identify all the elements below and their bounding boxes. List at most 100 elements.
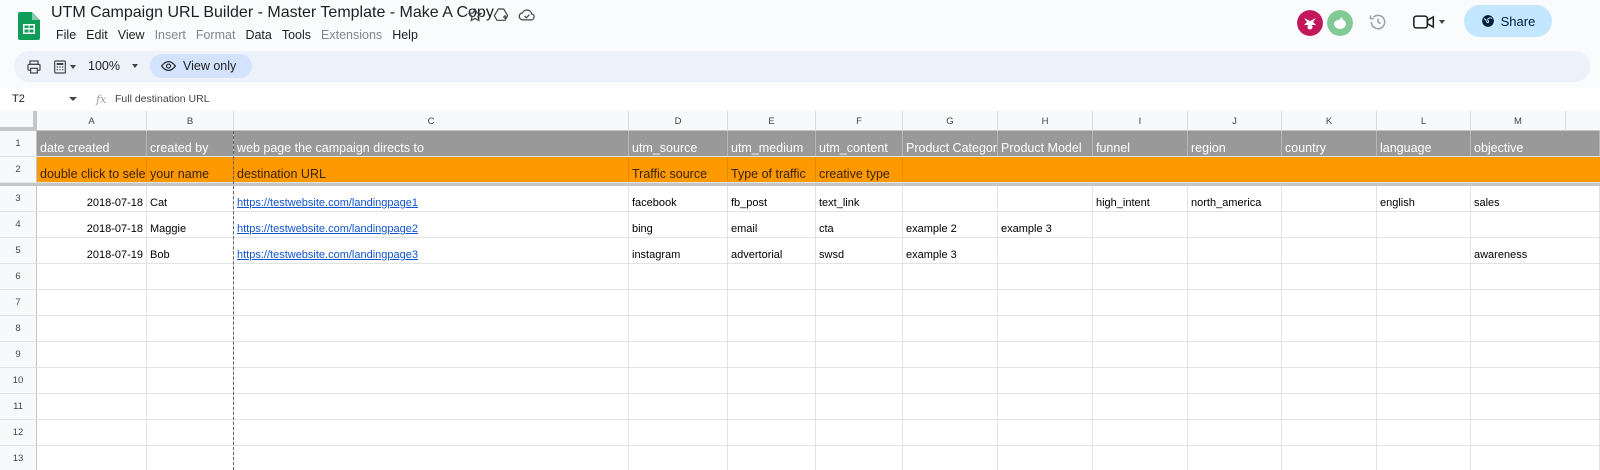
cell[interactable]: instagram (629, 238, 728, 263)
cell[interactable]: 2018-07-18 (37, 212, 147, 237)
select-all-corner[interactable] (0, 111, 37, 131)
cell[interactable] (1471, 212, 1600, 237)
menu-view[interactable]: View (113, 27, 150, 42)
cell[interactable] (1282, 316, 1377, 341)
cell[interactable]: language (1377, 131, 1471, 156)
cell[interactable] (728, 446, 816, 470)
chevron-down-icon[interactable] (69, 97, 77, 101)
cell[interactable] (903, 368, 998, 393)
cell[interactable]: Product Category (903, 131, 998, 156)
column-header-c[interactable]: C (234, 111, 629, 131)
cell[interactable] (1093, 264, 1188, 289)
cell[interactable] (37, 342, 147, 367)
cell[interactable] (903, 186, 998, 211)
frozen-rows-divider[interactable] (0, 183, 1600, 186)
row-header[interactable]: 2 (0, 157, 37, 182)
cell[interactable] (1093, 316, 1188, 341)
cell[interactable] (1471, 446, 1600, 470)
cell[interactable]: objective (1471, 131, 1600, 156)
cell[interactable] (1093, 394, 1188, 419)
cell[interactable] (1377, 212, 1471, 237)
cell[interactable]: Product Model (998, 131, 1093, 156)
cell[interactable] (1282, 290, 1377, 315)
cell[interactable]: 2018-07-19 (37, 238, 147, 263)
cell[interactable] (1377, 342, 1471, 367)
row-header[interactable]: 1 (0, 131, 37, 156)
cell[interactable] (147, 394, 234, 419)
cell[interactable] (728, 264, 816, 289)
row-header[interactable]: 9 (0, 342, 37, 367)
document-title[interactable]: UTM Campaign URL Builder - Master Templa… (51, 4, 494, 22)
url-link[interactable]: https://testwebsite.com/landingpage3 (234, 238, 629, 263)
cell[interactable]: fb_post (728, 186, 816, 211)
cell[interactable] (147, 420, 234, 445)
cell[interactable] (1093, 368, 1188, 393)
cloud-status-icon[interactable] (518, 6, 536, 24)
cell[interactable] (1282, 368, 1377, 393)
cell[interactable] (37, 394, 147, 419)
cell[interactable]: example 3 (903, 238, 998, 263)
cell[interactable] (1188, 316, 1282, 341)
cell[interactable] (234, 316, 629, 341)
cell[interactable] (234, 264, 629, 289)
cell[interactable] (1377, 238, 1471, 263)
cell[interactable] (37, 264, 147, 289)
menu-insert[interactable]: Insert (150, 27, 191, 42)
share-button[interactable]: Share (1464, 5, 1552, 37)
cell[interactable] (903, 342, 998, 367)
cell[interactable]: web page the campaign directs to (234, 131, 629, 156)
cell[interactable] (816, 316, 903, 341)
cell[interactable]: utm_medium (728, 131, 816, 156)
cell[interactable]: Maggie (147, 212, 234, 237)
row-header[interactable]: 3 (0, 186, 37, 211)
cell[interactable] (998, 186, 1093, 211)
calculator-menu[interactable] (52, 58, 78, 76)
cell[interactable]: your name (147, 157, 234, 182)
move-to-drive-icon[interactable] (492, 6, 510, 24)
cell[interactable] (37, 420, 147, 445)
cell[interactable]: english (1377, 186, 1471, 211)
cell[interactable] (1282, 342, 1377, 367)
cell[interactable] (1471, 342, 1600, 367)
cell[interactable] (1282, 264, 1377, 289)
cell[interactable] (1282, 186, 1377, 211)
view-only-badge[interactable]: View only (150, 54, 252, 78)
cell[interactable] (37, 446, 147, 470)
name-box[interactable]: T2 (12, 93, 25, 105)
cell[interactable]: example 3 (998, 212, 1093, 237)
menu-edit[interactable]: Edit (81, 27, 113, 42)
meet-button[interactable] (1413, 11, 1453, 33)
formula-input[interactable]: Full destination URL (115, 93, 210, 105)
cell[interactable] (1282, 212, 1377, 237)
cell[interactable] (629, 316, 728, 341)
cell[interactable] (629, 420, 728, 445)
cell[interactable] (1093, 342, 1188, 367)
cell[interactable] (629, 290, 728, 315)
cell[interactable] (147, 368, 234, 393)
cell[interactable]: Traffic source (629, 157, 728, 182)
cell[interactable]: Cat (147, 186, 234, 211)
cell[interactable] (816, 394, 903, 419)
column-header-f[interactable]: F (816, 111, 903, 131)
cell[interactable] (1188, 446, 1282, 470)
menu-help[interactable]: Help (387, 27, 423, 42)
cell[interactable]: utm_source (629, 131, 728, 156)
row-header[interactable]: 10 (0, 368, 37, 393)
menu-format[interactable]: Format (191, 27, 241, 42)
cell[interactable] (728, 290, 816, 315)
cell[interactable] (1093, 212, 1188, 237)
menu-file[interactable]: File (51, 27, 81, 42)
cell[interactable]: north_america (1188, 186, 1282, 211)
cell[interactable] (1282, 238, 1377, 263)
cell[interactable] (1377, 368, 1471, 393)
column-header-b[interactable]: B (147, 111, 234, 131)
cell[interactable]: facebook (629, 186, 728, 211)
cell[interactable] (998, 290, 1093, 315)
cell[interactable] (728, 342, 816, 367)
cell[interactable] (998, 342, 1093, 367)
cell[interactable] (728, 420, 816, 445)
cell[interactable]: 2018-07-18 (37, 186, 147, 211)
column-header-e[interactable]: E (728, 111, 816, 131)
cell[interactable] (728, 316, 816, 341)
cell[interactable]: creative type (816, 157, 903, 182)
